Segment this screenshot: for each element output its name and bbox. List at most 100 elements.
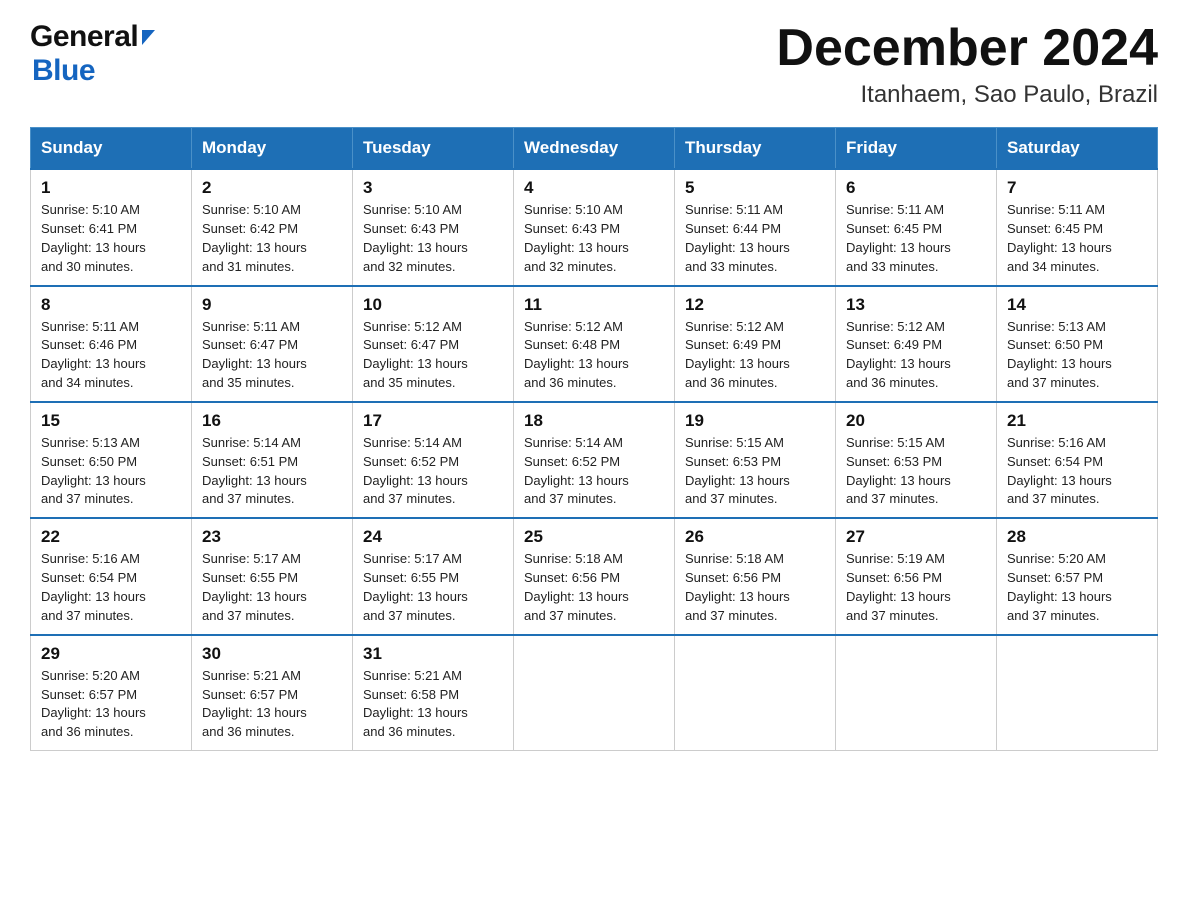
calendar-cell (997, 635, 1158, 751)
day-info: Sunrise: 5:16 AMSunset: 6:54 PMDaylight:… (1007, 435, 1112, 507)
day-info: Sunrise: 5:13 AMSunset: 6:50 PMDaylight:… (41, 435, 146, 507)
day-info: Sunrise: 5:12 AMSunset: 6:47 PMDaylight:… (363, 319, 468, 391)
calendar-cell: 27 Sunrise: 5:19 AMSunset: 6:56 PMDaylig… (836, 518, 997, 634)
day-number: 2 (202, 178, 342, 198)
calendar-week-row: 1 Sunrise: 5:10 AMSunset: 6:41 PMDayligh… (31, 169, 1158, 285)
calendar-cell: 10 Sunrise: 5:12 AMSunset: 6:47 PMDaylig… (353, 286, 514, 402)
logo: General Blue (30, 20, 155, 88)
calendar-cell: 24 Sunrise: 5:17 AMSunset: 6:55 PMDaylig… (353, 518, 514, 634)
page-header: General Blue December 2024 Itanhaem, Sao… (30, 20, 1158, 109)
calendar-cell: 2 Sunrise: 5:10 AMSunset: 6:42 PMDayligh… (192, 169, 353, 285)
day-number: 23 (202, 527, 342, 547)
day-number: 12 (685, 295, 825, 315)
day-number: 21 (1007, 411, 1147, 431)
calendar-cell (675, 635, 836, 751)
day-info: Sunrise: 5:17 AMSunset: 6:55 PMDaylight:… (363, 551, 468, 623)
day-number: 4 (524, 178, 664, 198)
day-number: 13 (846, 295, 986, 315)
day-info: Sunrise: 5:20 AMSunset: 6:57 PMDaylight:… (1007, 551, 1112, 623)
day-number: 3 (363, 178, 503, 198)
calendar-week-row: 8 Sunrise: 5:11 AMSunset: 6:46 PMDayligh… (31, 286, 1158, 402)
calendar-cell: 1 Sunrise: 5:10 AMSunset: 6:41 PMDayligh… (31, 169, 192, 285)
calendar-cell: 4 Sunrise: 5:10 AMSunset: 6:43 PMDayligh… (514, 169, 675, 285)
day-number: 7 (1007, 178, 1147, 198)
day-info: Sunrise: 5:12 AMSunset: 6:49 PMDaylight:… (685, 319, 790, 391)
calendar-cell: 25 Sunrise: 5:18 AMSunset: 6:56 PMDaylig… (514, 518, 675, 634)
day-number: 5 (685, 178, 825, 198)
day-info: Sunrise: 5:10 AMSunset: 6:43 PMDaylight:… (363, 202, 468, 274)
calendar-cell: 16 Sunrise: 5:14 AMSunset: 6:51 PMDaylig… (192, 402, 353, 518)
day-info: Sunrise: 5:18 AMSunset: 6:56 PMDaylight:… (685, 551, 790, 623)
calendar-cell: 22 Sunrise: 5:16 AMSunset: 6:54 PMDaylig… (31, 518, 192, 634)
calendar-week-row: 29 Sunrise: 5:20 AMSunset: 6:57 PMDaylig… (31, 635, 1158, 751)
location-subtitle: Itanhaem, Sao Paulo, Brazil (776, 81, 1158, 109)
calendar-cell: 30 Sunrise: 5:21 AMSunset: 6:57 PMDaylig… (192, 635, 353, 751)
day-number: 1 (41, 178, 181, 198)
day-info: Sunrise: 5:21 AMSunset: 6:57 PMDaylight:… (202, 668, 307, 740)
header-tuesday: Tuesday (353, 128, 514, 170)
calendar-cell: 9 Sunrise: 5:11 AMSunset: 6:47 PMDayligh… (192, 286, 353, 402)
calendar-cell: 5 Sunrise: 5:11 AMSunset: 6:44 PMDayligh… (675, 169, 836, 285)
logo-general-text: General (30, 20, 138, 54)
day-number: 17 (363, 411, 503, 431)
day-info: Sunrise: 5:21 AMSunset: 6:58 PMDaylight:… (363, 668, 468, 740)
day-info: Sunrise: 5:14 AMSunset: 6:52 PMDaylight:… (363, 435, 468, 507)
day-number: 19 (685, 411, 825, 431)
day-number: 18 (524, 411, 664, 431)
logo-blue-text: Blue (32, 54, 95, 87)
day-number: 27 (846, 527, 986, 547)
calendar-cell: 13 Sunrise: 5:12 AMSunset: 6:49 PMDaylig… (836, 286, 997, 402)
calendar-cell: 8 Sunrise: 5:11 AMSunset: 6:46 PMDayligh… (31, 286, 192, 402)
calendar-cell: 7 Sunrise: 5:11 AMSunset: 6:45 PMDayligh… (997, 169, 1158, 285)
day-number: 11 (524, 295, 664, 315)
calendar-cell: 18 Sunrise: 5:14 AMSunset: 6:52 PMDaylig… (514, 402, 675, 518)
calendar-week-row: 22 Sunrise: 5:16 AMSunset: 6:54 PMDaylig… (31, 518, 1158, 634)
calendar-cell: 29 Sunrise: 5:20 AMSunset: 6:57 PMDaylig… (31, 635, 192, 751)
month-year-title: December 2024 (776, 20, 1158, 77)
day-number: 30 (202, 644, 342, 664)
header-saturday: Saturday (997, 128, 1158, 170)
day-number: 6 (846, 178, 986, 198)
day-info: Sunrise: 5:15 AMSunset: 6:53 PMDaylight:… (846, 435, 951, 507)
day-info: Sunrise: 5:15 AMSunset: 6:53 PMDaylight:… (685, 435, 790, 507)
day-number: 28 (1007, 527, 1147, 547)
day-number: 26 (685, 527, 825, 547)
day-info: Sunrise: 5:11 AMSunset: 6:44 PMDaylight:… (685, 202, 790, 274)
day-info: Sunrise: 5:10 AMSunset: 6:41 PMDaylight:… (41, 202, 146, 274)
header-monday: Monday (192, 128, 353, 170)
day-info: Sunrise: 5:17 AMSunset: 6:55 PMDaylight:… (202, 551, 307, 623)
calendar-cell: 26 Sunrise: 5:18 AMSunset: 6:56 PMDaylig… (675, 518, 836, 634)
calendar-cell: 15 Sunrise: 5:13 AMSunset: 6:50 PMDaylig… (31, 402, 192, 518)
day-info: Sunrise: 5:11 AMSunset: 6:46 PMDaylight:… (41, 319, 146, 391)
header-wednesday: Wednesday (514, 128, 675, 170)
day-number: 22 (41, 527, 181, 547)
calendar-cell (836, 635, 997, 751)
header-thursday: Thursday (675, 128, 836, 170)
day-number: 8 (41, 295, 181, 315)
day-info: Sunrise: 5:12 AMSunset: 6:49 PMDaylight:… (846, 319, 951, 391)
calendar-cell: 11 Sunrise: 5:12 AMSunset: 6:48 PMDaylig… (514, 286, 675, 402)
calendar-cell (514, 635, 675, 751)
calendar-cell: 21 Sunrise: 5:16 AMSunset: 6:54 PMDaylig… (997, 402, 1158, 518)
day-info: Sunrise: 5:11 AMSunset: 6:45 PMDaylight:… (1007, 202, 1112, 274)
day-info: Sunrise: 5:19 AMSunset: 6:56 PMDaylight:… (846, 551, 951, 623)
day-info: Sunrise: 5:11 AMSunset: 6:45 PMDaylight:… (846, 202, 951, 274)
calendar-table: Sunday Monday Tuesday Wednesday Thursday… (30, 127, 1158, 751)
header-friday: Friday (836, 128, 997, 170)
title-block: December 2024 Itanhaem, Sao Paulo, Brazi… (776, 20, 1158, 109)
day-number: 25 (524, 527, 664, 547)
calendar-cell: 17 Sunrise: 5:14 AMSunset: 6:52 PMDaylig… (353, 402, 514, 518)
day-info: Sunrise: 5:10 AMSunset: 6:43 PMDaylight:… (524, 202, 629, 274)
calendar-cell: 31 Sunrise: 5:21 AMSunset: 6:58 PMDaylig… (353, 635, 514, 751)
day-number: 31 (363, 644, 503, 664)
calendar-cell: 12 Sunrise: 5:12 AMSunset: 6:49 PMDaylig… (675, 286, 836, 402)
day-info: Sunrise: 5:18 AMSunset: 6:56 PMDaylight:… (524, 551, 629, 623)
day-info: Sunrise: 5:10 AMSunset: 6:42 PMDaylight:… (202, 202, 307, 274)
day-number: 20 (846, 411, 986, 431)
header-sunday: Sunday (31, 128, 192, 170)
day-info: Sunrise: 5:14 AMSunset: 6:52 PMDaylight:… (524, 435, 629, 507)
day-number: 24 (363, 527, 503, 547)
day-info: Sunrise: 5:14 AMSunset: 6:51 PMDaylight:… (202, 435, 307, 507)
calendar-cell: 6 Sunrise: 5:11 AMSunset: 6:45 PMDayligh… (836, 169, 997, 285)
day-number: 29 (41, 644, 181, 664)
